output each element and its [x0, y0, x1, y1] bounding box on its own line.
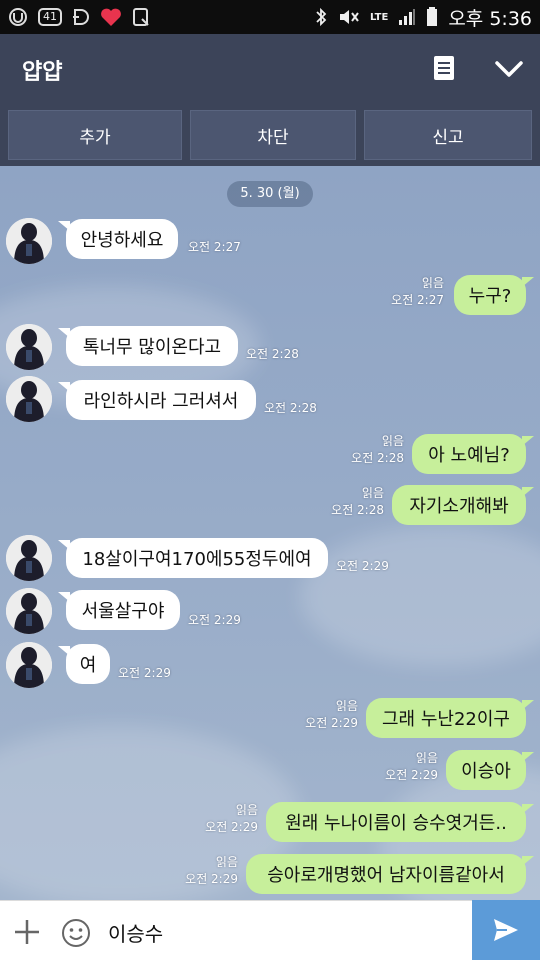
report-button[interactable]: 신고 [364, 110, 532, 160]
signal-icon [398, 6, 416, 28]
bluetooth-icon [314, 6, 328, 28]
message-meta: 읽음 오전 2:28 [348, 433, 404, 467]
read-receipt: 읽음 [215, 855, 238, 869]
chat-header: 얍얍 [0, 34, 540, 104]
message-time: 오전 2:29 [336, 559, 389, 573]
battery-icon [426, 6, 438, 28]
read-receipt: 읽음 [381, 434, 404, 448]
message-meta: 읽음 오전 2:27 [388, 275, 444, 309]
message-time: 오전 2:29 [305, 716, 358, 730]
status-right-icons: LTE 오후 5:36 [314, 0, 532, 34]
clock: 오후 5:36 [448, 7, 532, 30]
message-input[interactable]: 이승수 [108, 918, 163, 947]
avatar[interactable] [6, 218, 52, 264]
message-bubble[interactable]: 이승아 [446, 750, 534, 790]
message-time: 오전 2:28 [331, 503, 384, 517]
message-meta: 읽음 오전 2:29 [202, 802, 258, 836]
avatar[interactable] [6, 324, 52, 370]
message-time: 오전 2:27 [391, 293, 444, 307]
message-bubble[interactable]: 톡너무 많이온다고 [58, 326, 238, 366]
emoji-icon[interactable] [60, 917, 92, 949]
app-icon [8, 6, 28, 28]
message-bubble[interactable]: 자기소개해봐 [392, 485, 534, 525]
send-button[interactable] [472, 900, 540, 960]
message-meta: 읽음 오전 2:28 [328, 485, 384, 519]
menu-icon[interactable] [431, 54, 459, 82]
block-button[interactable]: 차단 [190, 110, 356, 160]
read-receipt: 읽음 [361, 486, 384, 500]
avatar[interactable] [6, 588, 52, 634]
send-icon [494, 919, 518, 941]
heart-icon [100, 6, 122, 28]
message-bubble[interactable]: 서울살구야 [58, 590, 180, 630]
message-time: 오전 2:27 [188, 240, 241, 254]
message-bubble[interactable]: 18살이구여170에55정두에여 [58, 538, 328, 578]
status-left-icons: 41 [8, 0, 150, 34]
message-bubble[interactable]: 그래 누난22이구 [366, 698, 534, 738]
read-receipt: 읽음 [235, 803, 258, 817]
message-time: 오전 2:29 [205, 820, 258, 834]
avatar[interactable] [6, 376, 52, 422]
lte-icon: LTE [369, 11, 389, 23]
message-bubble[interactable]: 원래 누나이름이 승수엿거든.. [266, 802, 534, 842]
message-time: 오전 2:29 [385, 768, 438, 782]
input-bar: 이승수 [0, 900, 540, 960]
read-receipt: 읽음 [421, 276, 444, 290]
chevron-down-icon[interactable] [492, 54, 526, 84]
message-time: 오전 2:28 [264, 401, 317, 415]
message-bubble[interactable]: 안녕하세요 [58, 219, 178, 259]
message-bubble[interactable]: 여 [58, 644, 110, 684]
action-bar: 추가 차단 신고 [0, 104, 540, 166]
chat-title: 얍얍 [22, 60, 63, 85]
plus-icon[interactable] [12, 917, 42, 947]
status-bar: 41 LTE 오후 5:36 [0, 0, 540, 34]
message-meta: 읽음 오전 2:29 [302, 698, 358, 732]
chat-area[interactable]: 5. 30 (월) 안녕하세요 오전 2:27 읽음 오전 2:27 누구? 톡… [0, 166, 540, 900]
message-meta: 읽음 오전 2:29 [182, 854, 238, 888]
message-time: 오전 2:29 [188, 613, 241, 627]
date-divider: 5. 30 (월) [227, 181, 313, 207]
background-cloud [300, 526, 540, 666]
avatar[interactable] [6, 642, 52, 688]
message-bubble[interactable]: 아 노예님? [412, 434, 534, 474]
message-meta: 읽음 오전 2:29 [382, 750, 438, 784]
d-icon [72, 6, 90, 28]
message-bubble[interactable]: 누구? [454, 275, 534, 315]
message-time: 오전 2:28 [246, 347, 299, 361]
message-time: 오전 2:29 [185, 872, 238, 886]
read-receipt: 읽음 [335, 699, 358, 713]
message-bubble[interactable]: 승아로개명했어 남자이름같아서 [246, 854, 534, 894]
notification-count-icon: 41 [38, 8, 62, 26]
message-bubble[interactable]: 라인하시라 그러셔서 [58, 380, 256, 420]
clipboard-icon [132, 6, 150, 28]
message-time: 오전 2:29 [118, 666, 171, 680]
read-receipt: 읽음 [415, 751, 438, 765]
avatar[interactable] [6, 535, 52, 581]
add-friend-button[interactable]: 추가 [8, 110, 182, 160]
mute-icon [338, 6, 360, 28]
message-time: 오전 2:28 [351, 451, 404, 465]
